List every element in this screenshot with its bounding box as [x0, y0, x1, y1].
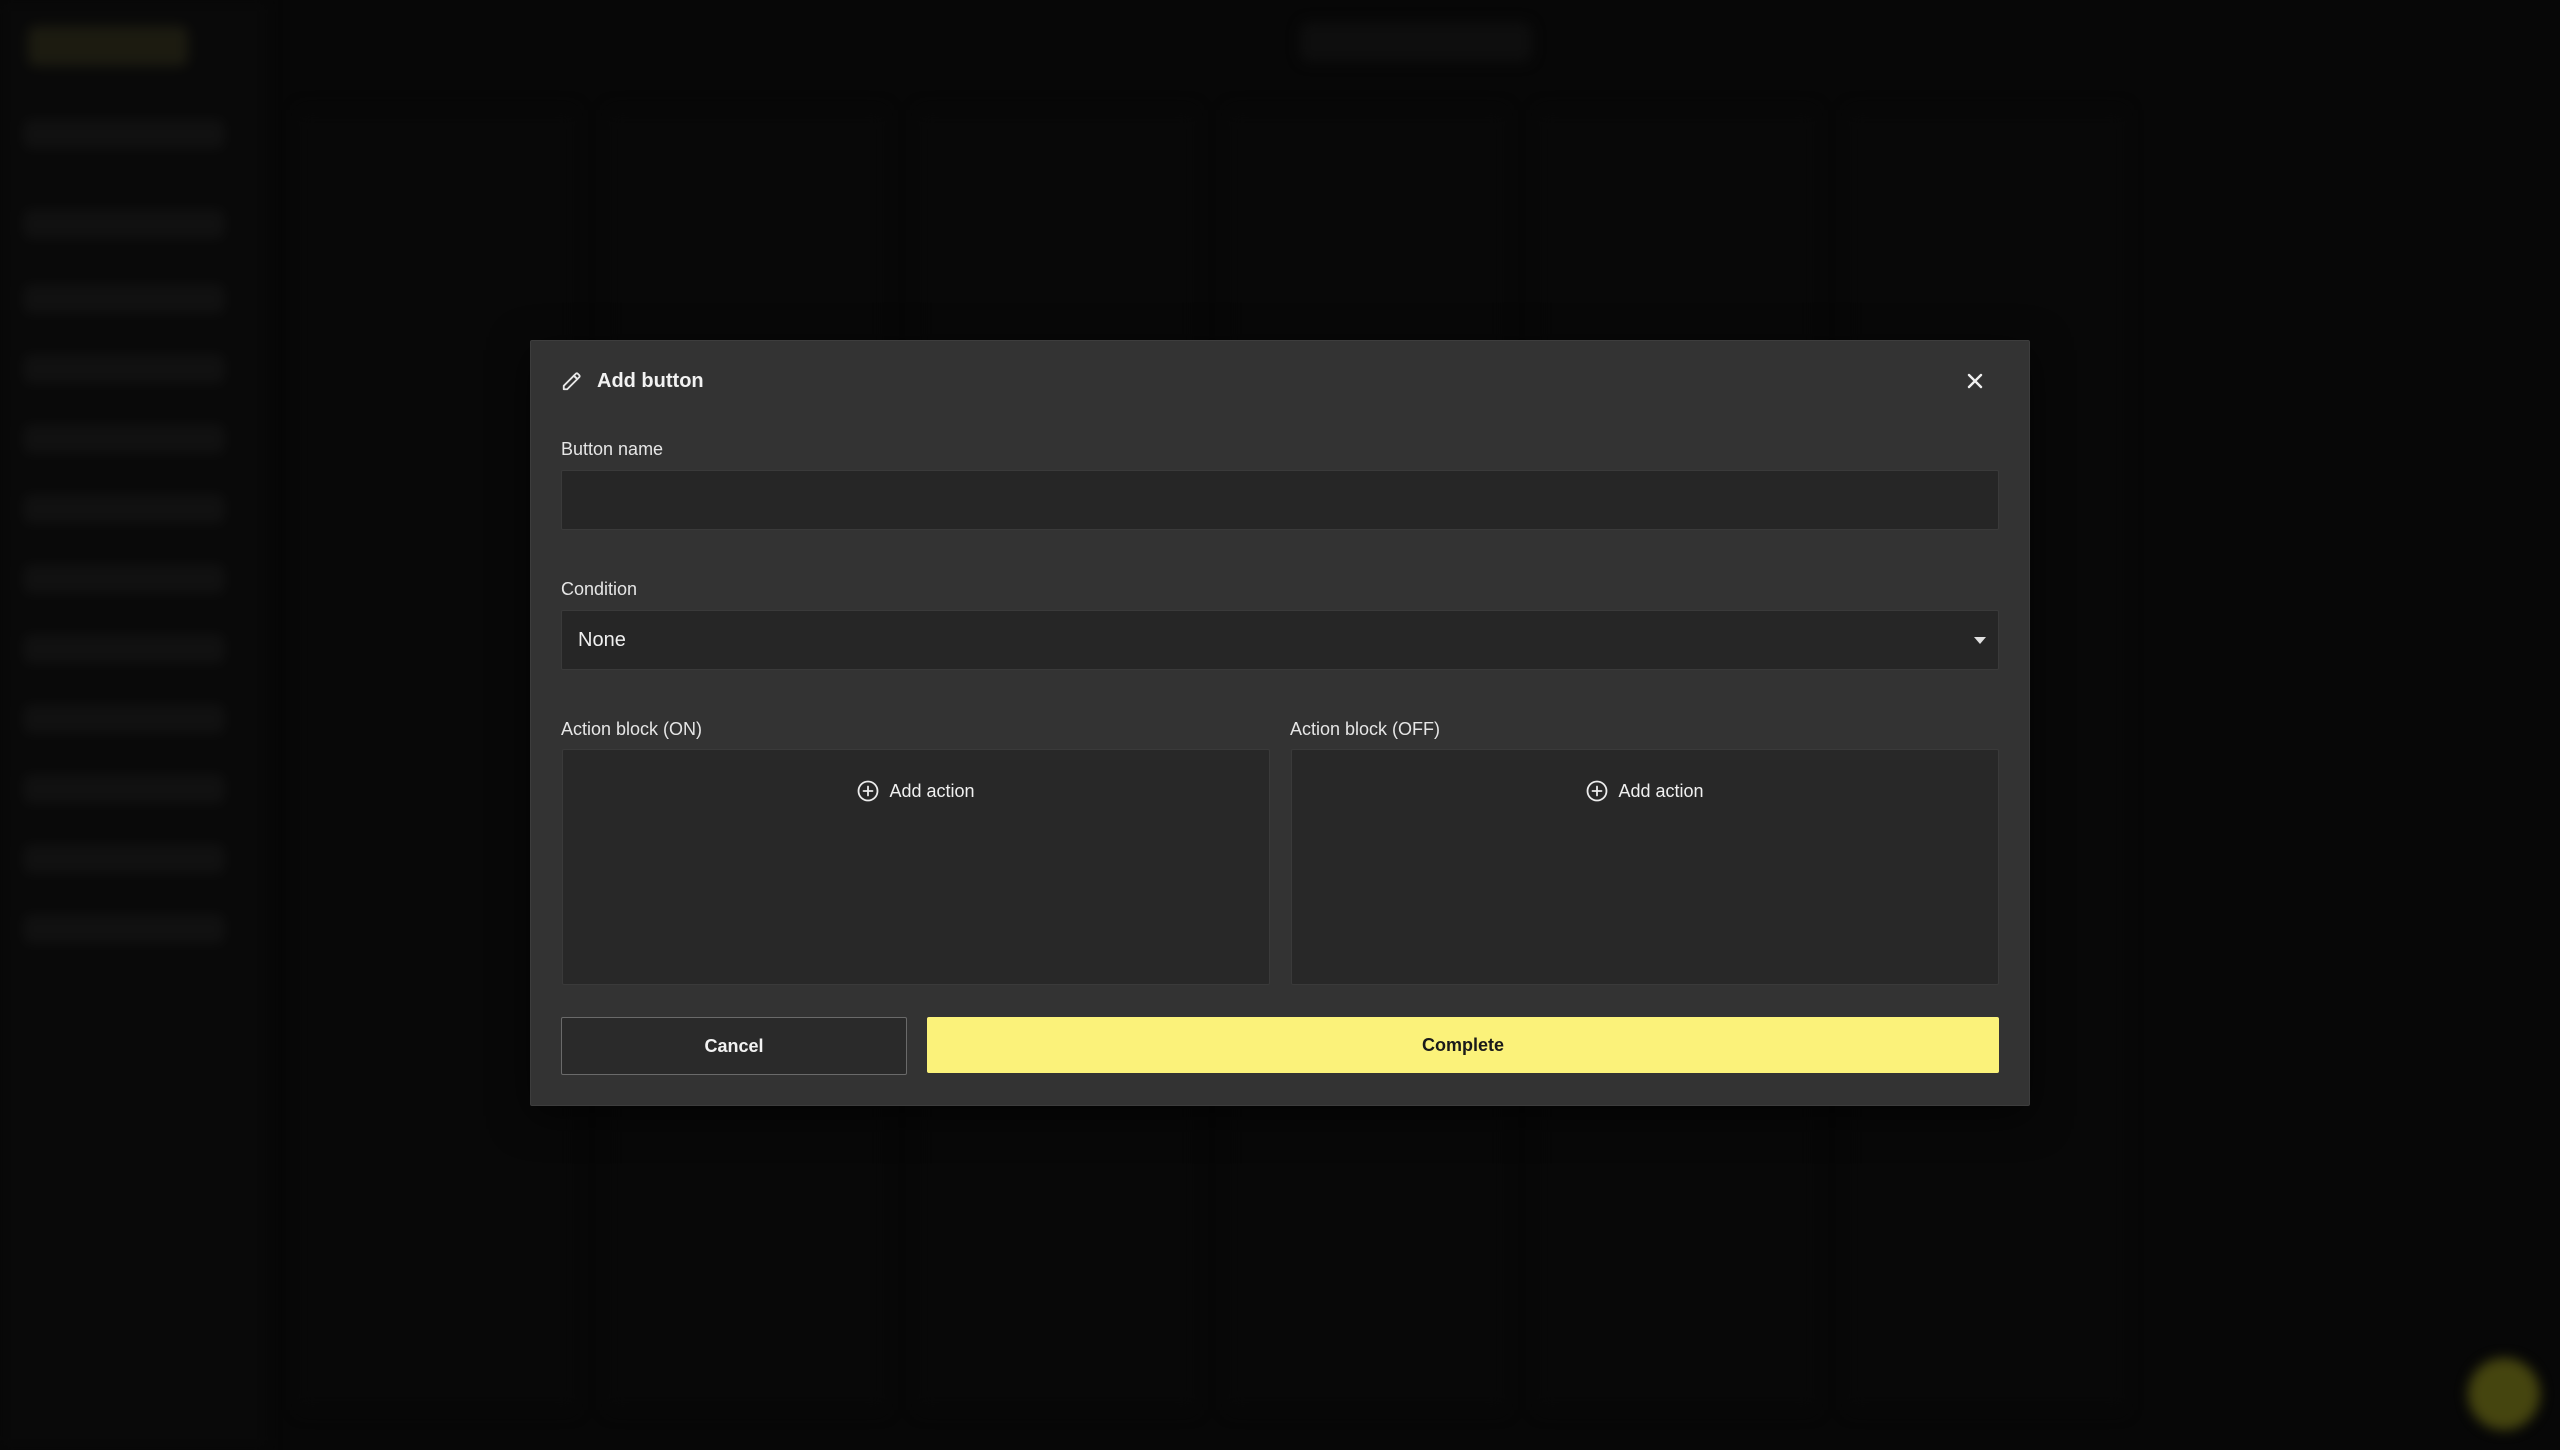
add-button-dialog: Add button Button name Condition None Ac… — [530, 340, 2030, 1106]
close-button[interactable] — [1961, 369, 1989, 397]
condition-selected-value: None — [578, 628, 626, 651]
plus-circle-icon — [1586, 780, 1608, 802]
add-action-off-button[interactable]: Add action — [1575, 780, 1715, 802]
add-action-on-label: Add action — [889, 780, 975, 801]
button-name-label: Button name — [561, 439, 664, 459]
plus-circle-icon — [857, 780, 879, 802]
button-name-input[interactable] — [561, 470, 1999, 530]
dialog-title: Add button — [597, 369, 704, 392]
close-icon — [1965, 371, 1985, 396]
condition-label: Condition — [561, 579, 638, 599]
cancel-button[interactable]: Cancel — [561, 1017, 907, 1075]
action-block-on: Add action — [562, 749, 1270, 985]
dialog-header: Add button — [561, 365, 704, 397]
action-block-off: Add action — [1291, 749, 1999, 985]
condition-select[interactable]: None — [561, 610, 1999, 670]
pencil-icon — [561, 370, 583, 392]
caret-down-icon — [1974, 637, 1986, 644]
action-block-on-label: Action block (ON) — [561, 719, 703, 739]
complete-button[interactable]: Complete — [927, 1017, 1999, 1073]
add-action-on-button[interactable]: Add action — [846, 780, 986, 802]
add-action-off-label: Add action — [1618, 780, 1704, 801]
action-block-off-label: Action block (OFF) — [1290, 719, 1441, 739]
